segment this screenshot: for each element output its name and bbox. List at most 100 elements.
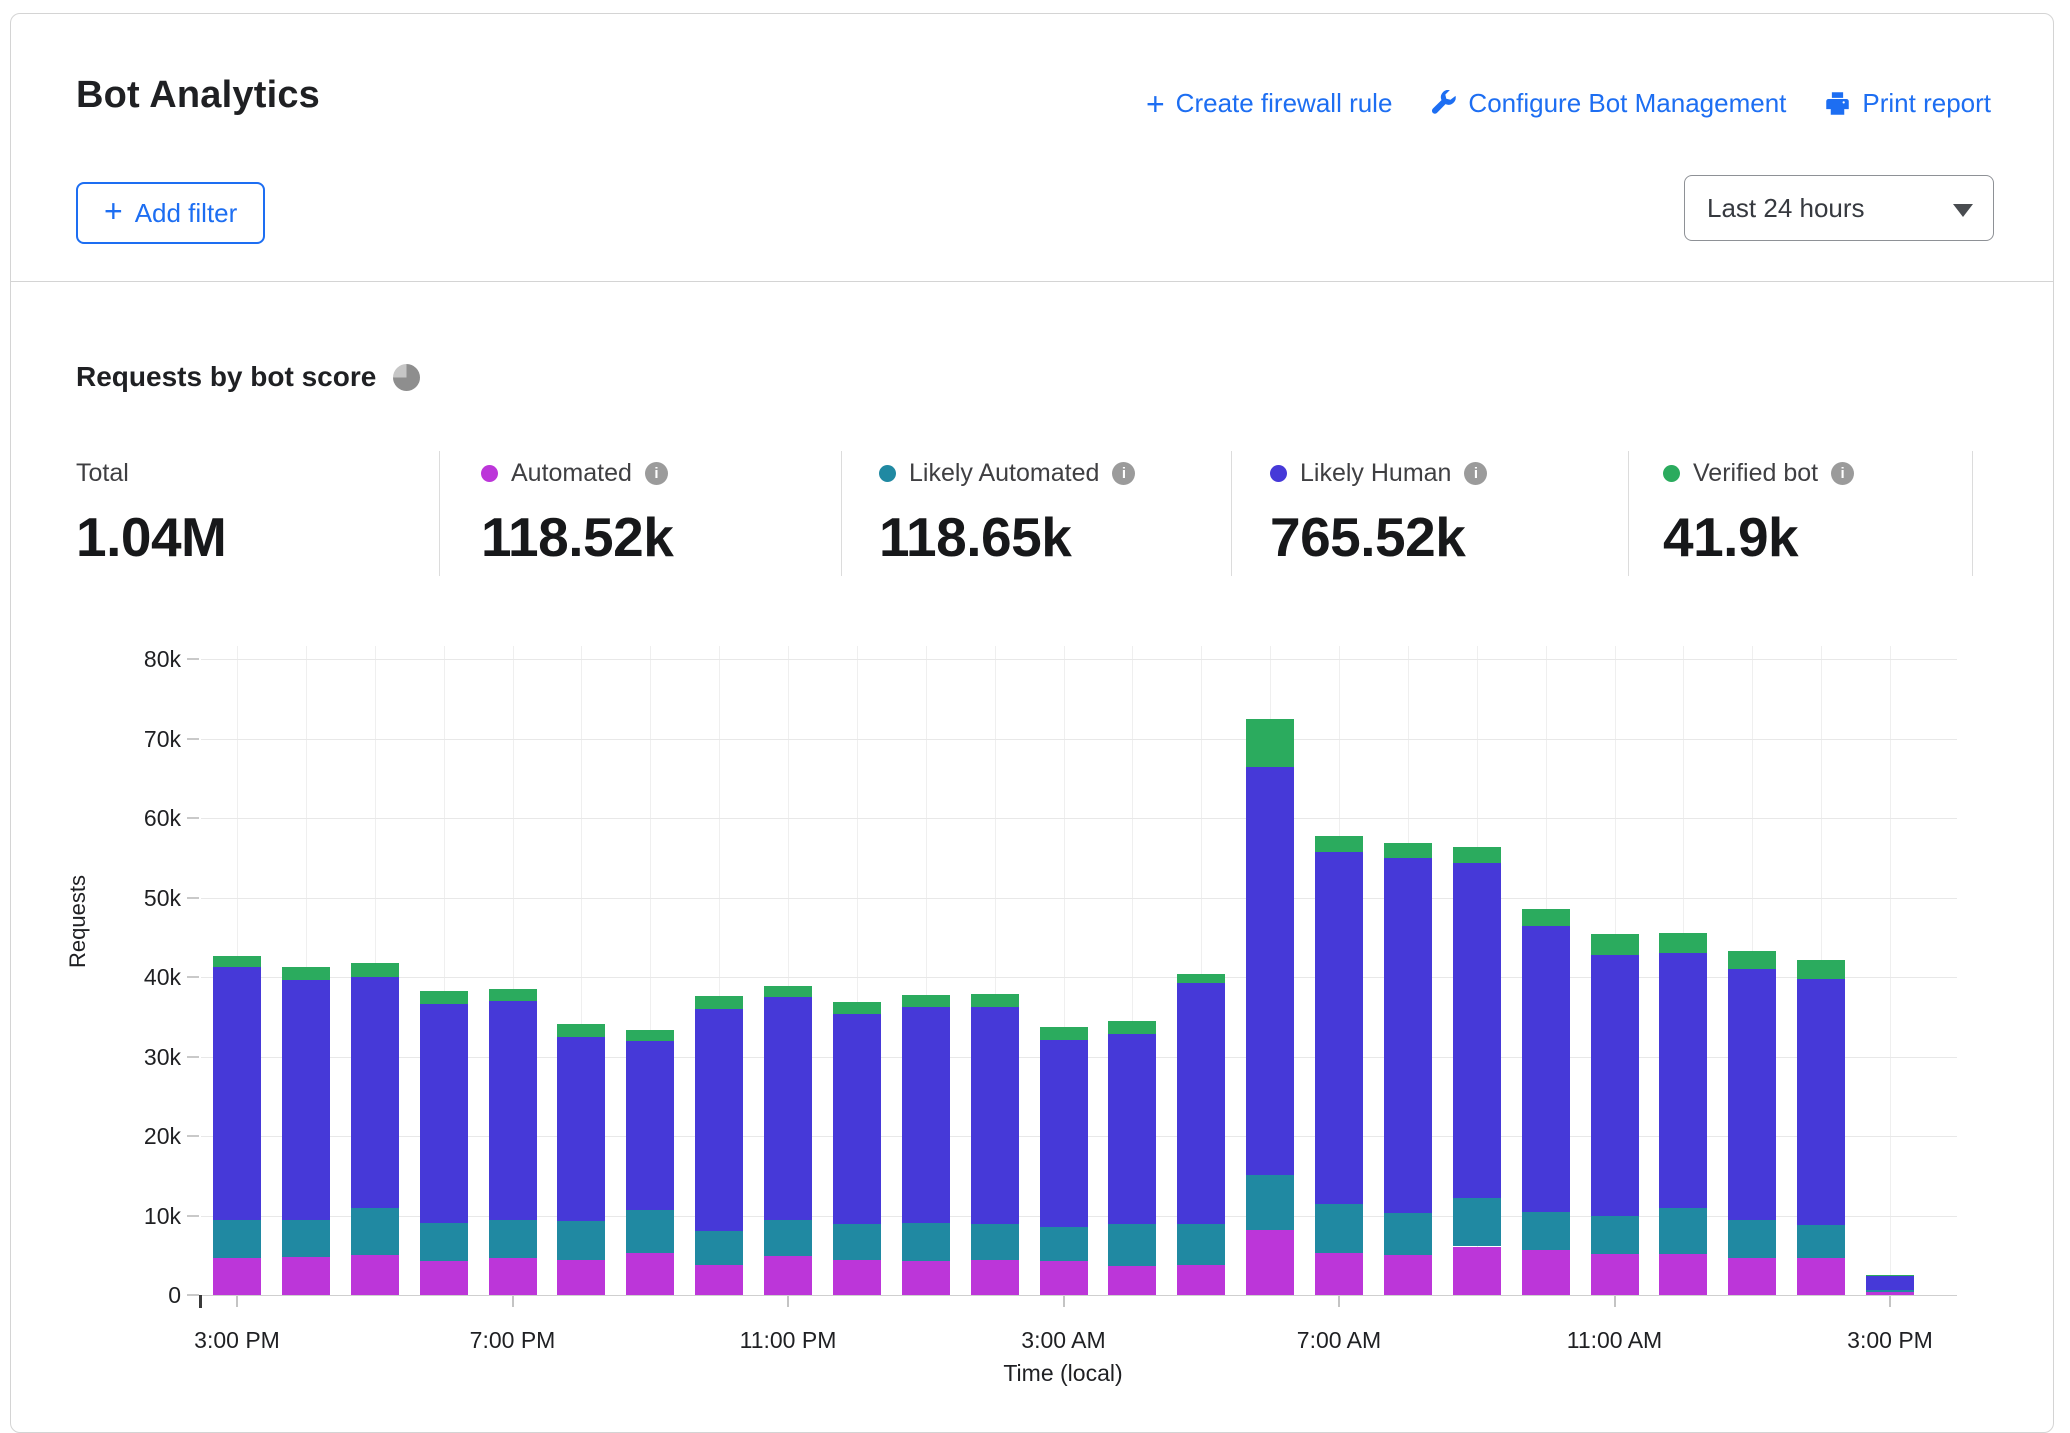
bar-segment-likely-human[interactable] xyxy=(902,1007,950,1222)
bar-segment-automated[interactable] xyxy=(1591,1254,1639,1295)
bar-segment-automated[interactable] xyxy=(1315,1253,1363,1295)
bar-segment-likely-automated[interactable] xyxy=(1659,1208,1707,1254)
info-icon[interactable]: i xyxy=(1831,462,1854,485)
bar-segment-verified-bot[interactable] xyxy=(971,994,1019,1007)
bar-segment-likely-human[interactable] xyxy=(557,1037,605,1221)
bar-segment-automated[interactable] xyxy=(626,1253,674,1295)
bar-segment-likely-automated[interactable] xyxy=(1315,1204,1363,1252)
bar-segment-likely-automated[interactable] xyxy=(764,1220,812,1256)
bar-segment-automated[interactable] xyxy=(213,1258,261,1295)
time-range-select[interactable]: Last 24 hours xyxy=(1684,175,1994,241)
bar-segment-automated[interactable] xyxy=(1522,1250,1570,1295)
bar-segment-verified-bot[interactable] xyxy=(626,1030,674,1041)
bar-segment-verified-bot[interactable] xyxy=(764,986,812,997)
bar-segment-likely-human[interactable] xyxy=(213,967,261,1221)
bar-segment-likely-human[interactable] xyxy=(420,1004,468,1223)
bar-segment-likely-automated[interactable] xyxy=(971,1224,1019,1260)
bar-segment-verified-bot[interactable] xyxy=(1659,933,1707,953)
bar-segment-verified-bot[interactable] xyxy=(489,989,537,1001)
bar-segment-likely-automated[interactable] xyxy=(1246,1175,1294,1230)
bar-segment-verified-bot[interactable] xyxy=(1315,836,1363,852)
bar-segment-verified-bot[interactable] xyxy=(282,967,330,980)
bar-segment-likely-automated[interactable] xyxy=(1040,1227,1088,1261)
bar-segment-likely-human[interactable] xyxy=(351,977,399,1208)
bar-segment-likely-human[interactable] xyxy=(1384,858,1432,1213)
bar-segment-automated[interactable] xyxy=(833,1260,881,1295)
bar-segment-automated[interactable] xyxy=(971,1260,1019,1295)
bar-segment-likely-automated[interactable] xyxy=(833,1224,881,1260)
bar-segment-automated[interactable] xyxy=(764,1256,812,1295)
info-icon[interactable]: i xyxy=(1112,462,1135,485)
bar-segment-automated[interactable] xyxy=(1384,1255,1432,1295)
bar-segment-likely-automated[interactable] xyxy=(282,1220,330,1257)
print-report-link[interactable]: Print report xyxy=(1824,88,1991,119)
bar-segment-likely-human[interactable] xyxy=(1522,926,1570,1211)
bar-segment-automated[interactable] xyxy=(1108,1266,1156,1295)
bar-segment-likely-automated[interactable] xyxy=(1108,1224,1156,1265)
bar-segment-likely-automated[interactable] xyxy=(902,1223,950,1261)
bar-segment-likely-human[interactable] xyxy=(282,980,330,1220)
bar-segment-verified-bot[interactable] xyxy=(1108,1021,1156,1035)
bar-segment-automated[interactable] xyxy=(282,1257,330,1295)
bar-segment-likely-automated[interactable] xyxy=(1522,1212,1570,1251)
bar-segment-likely-automated[interactable] xyxy=(557,1221,605,1260)
bar-segment-likely-human[interactable] xyxy=(695,1009,743,1232)
bar-segment-automated[interactable] xyxy=(1040,1261,1088,1295)
bar-segment-verified-bot[interactable] xyxy=(1384,843,1432,858)
bar-segment-verified-bot[interactable] xyxy=(1728,951,1776,969)
info-icon[interactable]: i xyxy=(645,462,668,485)
bar-segment-likely-human[interactable] xyxy=(489,1001,537,1220)
bar-segment-automated[interactable] xyxy=(1728,1258,1776,1295)
bar-segment-likely-automated[interactable] xyxy=(1797,1225,1845,1258)
bar-segment-verified-bot[interactable] xyxy=(1453,847,1501,864)
bar-segment-verified-bot[interactable] xyxy=(1246,719,1294,767)
add-filter-button[interactable]: + Add filter xyxy=(76,182,265,244)
bar-segment-verified-bot[interactable] xyxy=(833,1002,881,1013)
bar-segment-likely-human[interactable] xyxy=(1040,1040,1088,1227)
bar-segment-verified-bot[interactable] xyxy=(351,963,399,977)
bar-segment-likely-automated[interactable] xyxy=(1591,1216,1639,1253)
bar-segment-automated[interactable] xyxy=(695,1265,743,1295)
bar-segment-automated[interactable] xyxy=(1866,1292,1914,1295)
bar-segment-likely-automated[interactable] xyxy=(489,1220,537,1257)
bar-segment-likely-human[interactable] xyxy=(1177,983,1225,1224)
bar-segment-verified-bot[interactable] xyxy=(1522,909,1570,926)
bar-segment-verified-bot[interactable] xyxy=(695,996,743,1009)
bar-segment-likely-human[interactable] xyxy=(833,1014,881,1225)
bar-segment-likely-human[interactable] xyxy=(1453,863,1501,1198)
bar-segment-verified-bot[interactable] xyxy=(1591,934,1639,955)
bar-segment-likely-automated[interactable] xyxy=(626,1210,674,1253)
bar-segment-likely-human[interactable] xyxy=(1866,1276,1914,1290)
bar-segment-verified-bot[interactable] xyxy=(902,995,950,1007)
bar-segment-automated[interactable] xyxy=(351,1255,399,1295)
bar-segment-verified-bot[interactable] xyxy=(420,991,468,1004)
bar-segment-likely-human[interactable] xyxy=(1591,955,1639,1217)
info-icon[interactable]: i xyxy=(1464,462,1487,485)
bar-segment-likely-automated[interactable] xyxy=(1866,1290,1914,1292)
bar-segment-likely-human[interactable] xyxy=(1246,767,1294,1175)
bar-segment-verified-bot[interactable] xyxy=(1797,960,1845,979)
bar-segment-likely-automated[interactable] xyxy=(213,1220,261,1257)
bar-segment-likely-automated[interactable] xyxy=(1728,1220,1776,1258)
bar-segment-likely-automated[interactable] xyxy=(1384,1213,1432,1255)
bar-segment-likely-automated[interactable] xyxy=(695,1231,743,1264)
bar-segment-likely-human[interactable] xyxy=(1315,852,1363,1204)
bar-segment-likely-human[interactable] xyxy=(1728,969,1776,1220)
bar-segment-automated[interactable] xyxy=(557,1260,605,1295)
bar-segment-automated[interactable] xyxy=(1659,1254,1707,1295)
bar-segment-likely-human[interactable] xyxy=(1108,1034,1156,1224)
bar-segment-automated[interactable] xyxy=(902,1261,950,1295)
bar-segment-likely-human[interactable] xyxy=(626,1041,674,1210)
bar-segment-verified-bot[interactable] xyxy=(1866,1275,1914,1276)
bar-segment-automated[interactable] xyxy=(1797,1258,1845,1295)
bar-segment-likely-human[interactable] xyxy=(1797,979,1845,1225)
bar-segment-automated[interactable] xyxy=(1246,1230,1294,1295)
bar-segment-automated[interactable] xyxy=(1177,1265,1225,1295)
bar-segment-verified-bot[interactable] xyxy=(1040,1027,1088,1040)
bar-segment-likely-human[interactable] xyxy=(764,997,812,1220)
bar-segment-verified-bot[interactable] xyxy=(1177,974,1225,984)
bar-segment-likely-human[interactable] xyxy=(1659,953,1707,1208)
bar-segment-verified-bot[interactable] xyxy=(557,1024,605,1037)
bar-segment-likely-human[interactable] xyxy=(971,1007,1019,1224)
configure-bot-management-link[interactable]: Configure Bot Management xyxy=(1430,88,1786,119)
